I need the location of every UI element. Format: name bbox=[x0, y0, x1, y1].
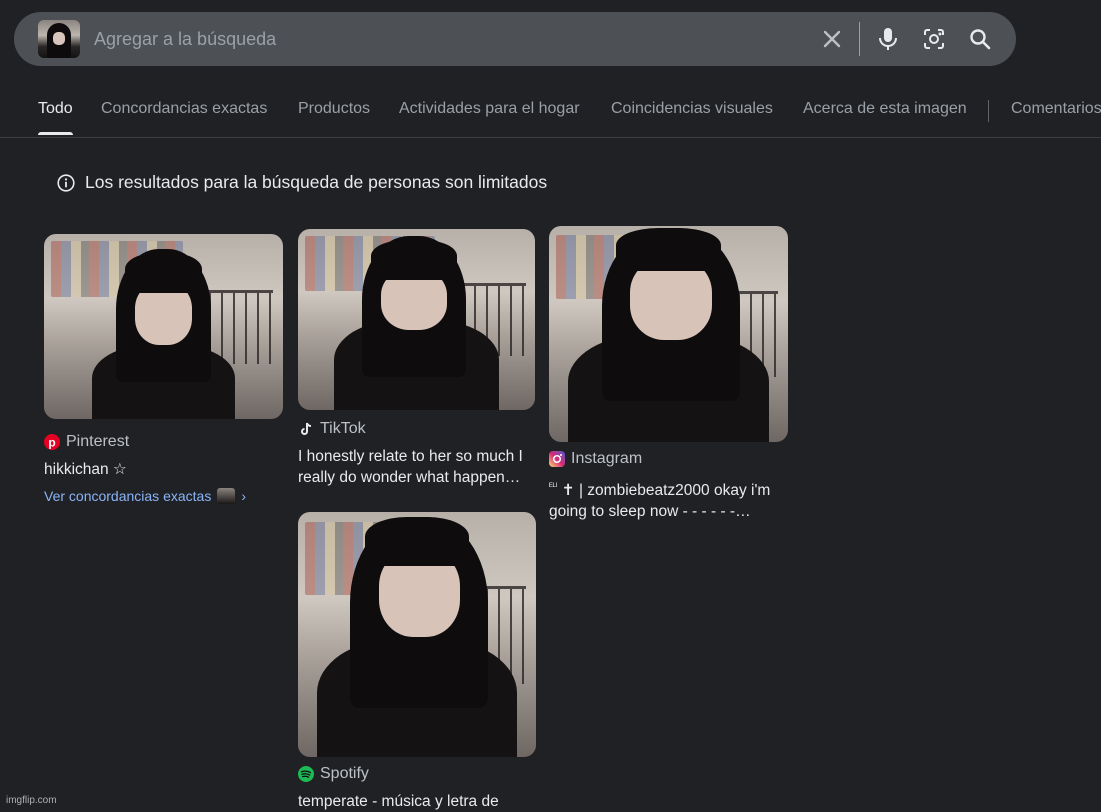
instagram-icon bbox=[549, 451, 565, 467]
close-icon[interactable] bbox=[816, 23, 848, 55]
tab-acerca-imagen[interactable]: Acerca de esta imagen bbox=[803, 100, 967, 118]
search-bar[interactable] bbox=[14, 12, 1016, 66]
result-card-spotify[interactable]: Spotify temperate - música y letra de bbox=[298, 512, 536, 812]
tab-bar: Todo Concordancias exactas Productos Act… bbox=[0, 88, 1101, 138]
result-source[interactable]: Instagram bbox=[549, 450, 788, 468]
search-divider bbox=[859, 22, 860, 56]
pinterest-icon: p bbox=[44, 434, 60, 450]
result-card-instagram[interactable]: Instagram ᴱᴸᴵ ✝ | zombiebeatz2000 okay i… bbox=[549, 226, 788, 522]
active-tab-indicator bbox=[38, 132, 73, 135]
limited-results-notice: Los resultados para la búsqueda de perso… bbox=[57, 172, 547, 193]
spotify-icon bbox=[298, 766, 314, 782]
search-input[interactable] bbox=[94, 23, 794, 55]
result-image[interactable] bbox=[298, 229, 535, 410]
tab-comentarios[interactable]: Comentarios bbox=[1011, 100, 1101, 118]
result-title[interactable]: temperate - música y letra de bbox=[298, 791, 536, 812]
mic-icon[interactable] bbox=[872, 23, 904, 55]
mini-thumbnail bbox=[217, 488, 236, 504]
result-image[interactable] bbox=[298, 512, 536, 757]
result-title[interactable]: ᴱᴸᴵ ✝ | zombiebeatz2000 okay i'm going t… bbox=[549, 476, 788, 522]
svg-text:p: p bbox=[48, 436, 55, 450]
chevron-right-icon: › bbox=[241, 488, 246, 504]
tab-productos[interactable]: Productos bbox=[298, 100, 370, 118]
tab-coincidencias-visuales[interactable]: Coincidencias visuales bbox=[611, 100, 773, 118]
exact-matches-link[interactable]: Ver concordancias exactas › bbox=[44, 488, 283, 504]
tiktok-icon bbox=[301, 422, 312, 435]
result-title[interactable]: hikkichan ☆ bbox=[44, 459, 283, 480]
result-card-pinterest[interactable]: p Pinterest hikkichan ☆ Ver concordancia… bbox=[44, 226, 283, 504]
tab-actividades[interactable]: Actividades para el hogar bbox=[399, 100, 580, 118]
info-icon bbox=[57, 173, 75, 192]
result-image[interactable] bbox=[44, 234, 283, 419]
result-image[interactable] bbox=[549, 226, 788, 442]
tab-concordancias-exactas[interactable]: Concordancias exactas bbox=[101, 100, 267, 118]
result-source[interactable]: p Pinterest bbox=[44, 433, 283, 451]
result-source[interactable]: Spotify bbox=[298, 765, 536, 783]
search-image-thumbnail[interactable] bbox=[38, 20, 80, 58]
search-icon[interactable] bbox=[964, 23, 996, 55]
notice-text: Los resultados para la búsqueda de perso… bbox=[85, 172, 548, 192]
result-title[interactable]: I honestly relate to her so much I reall… bbox=[298, 446, 535, 488]
result-source[interactable]: TikTok bbox=[298, 420, 535, 438]
result-card-tiktok[interactable]: TikTok I honestly relate to her so much … bbox=[298, 229, 535, 488]
watermark: imgflip.com bbox=[6, 795, 57, 806]
tab-separator bbox=[988, 100, 989, 122]
lens-icon[interactable] bbox=[918, 23, 950, 55]
tab-todo[interactable]: Todo bbox=[38, 100, 73, 118]
